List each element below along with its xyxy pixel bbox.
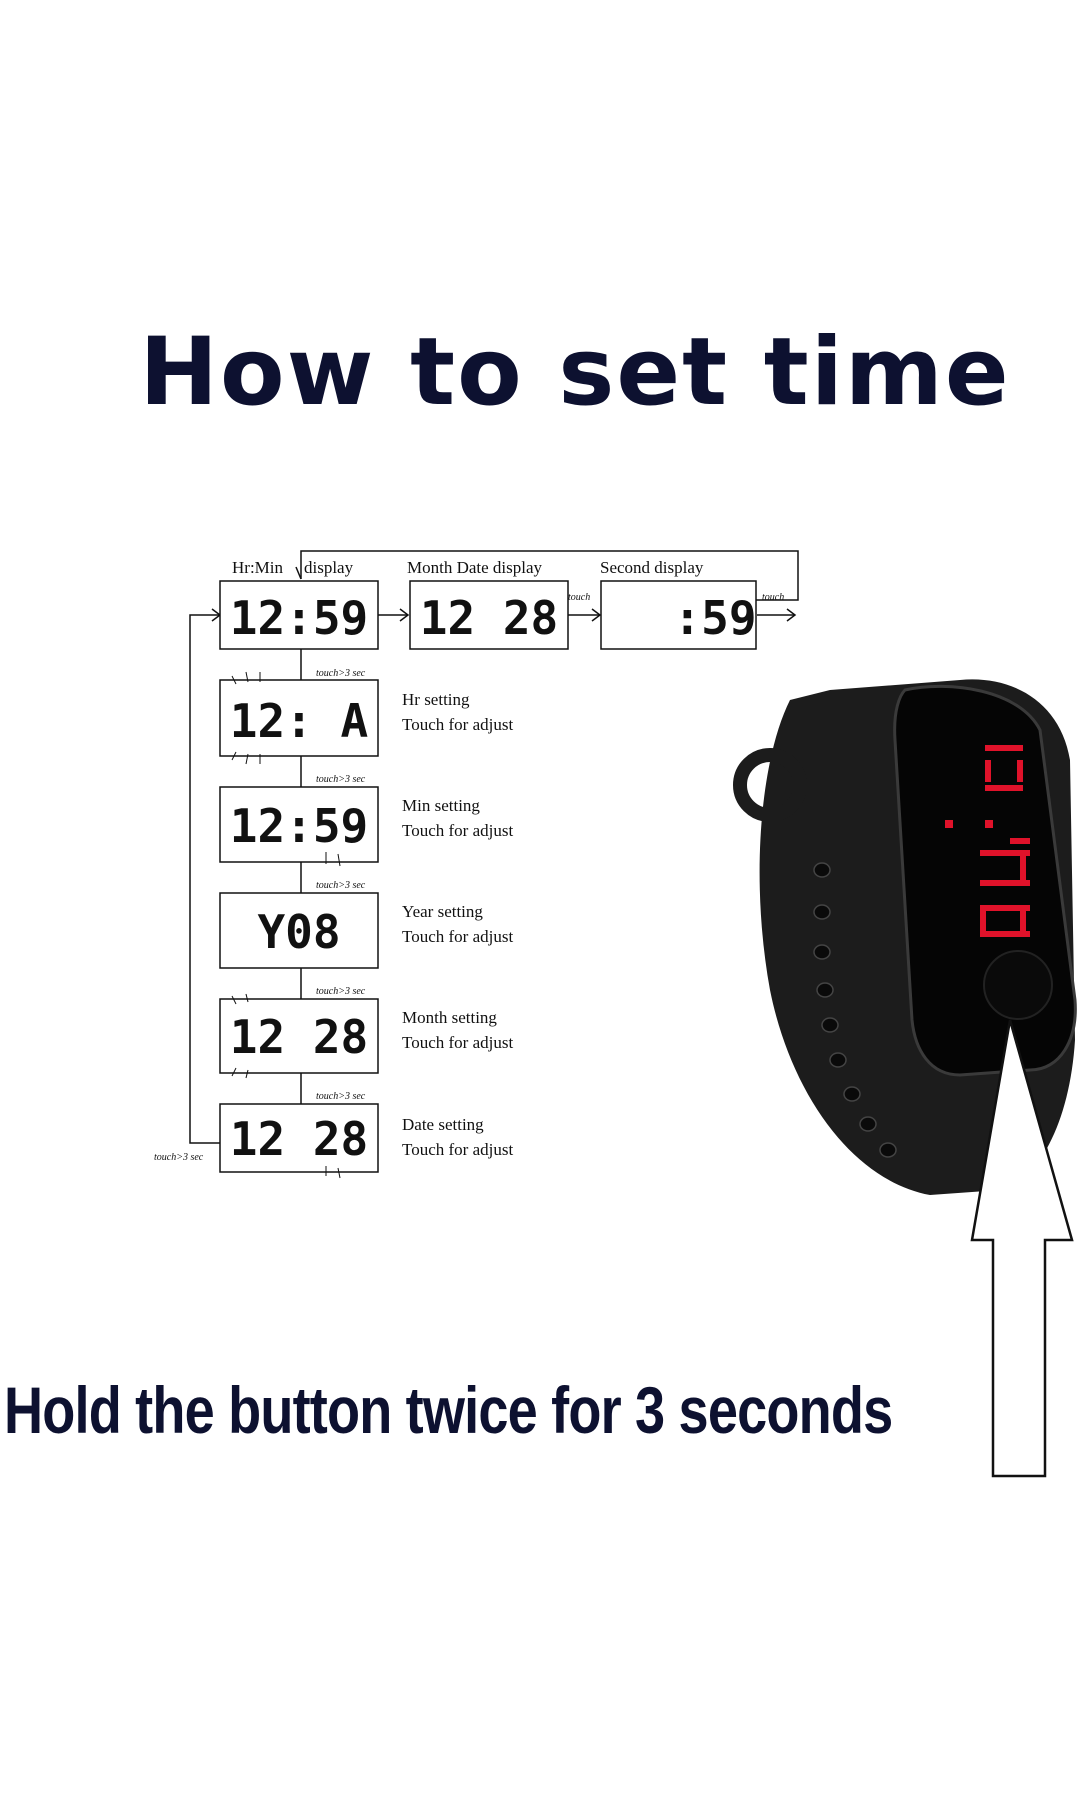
hrmin-display-box: 12:59 Hr:Min display <box>219 558 379 650</box>
hrmin-digits: 12:59 <box>230 591 368 645</box>
step-year: Y08 Year setting Touch for adjust touch>… <box>219 880 513 969</box>
step-date-line1: Date setting <box>402 1115 484 1134</box>
second-digits: :59 <box>673 591 756 645</box>
month-date-display-box: 12 28 Month Date display <box>407 558 569 650</box>
month-date-digits: 12 28 <box>420 591 558 645</box>
hold-label-loop: touch>3 sec <box>154 1152 204 1163</box>
step-month-line2: Touch for adjust <box>402 1033 513 1052</box>
step-minute: 12:59 Min setting Touch for adjust touch… <box>219 774 513 863</box>
touch-label-1: touch <box>568 592 590 603</box>
hold-label-3: touch>3 sec <box>316 880 366 891</box>
step-date-digits: 12 28 <box>230 1112 368 1166</box>
footer-instruction: Hold the button twice for 3 seconds <box>4 1373 893 1447</box>
watch-button-icon <box>983 950 1053 1020</box>
second-display-box: :59 Second display <box>600 558 757 650</box>
hrmin-header: Hr:Min <box>232 558 284 577</box>
step-hour: 12: A Hr setting Touch for adjust touch>… <box>219 668 513 757</box>
step-date-line2: Touch for adjust <box>402 1140 513 1159</box>
hold-label-2: touch>3 sec <box>316 774 366 785</box>
hrmin-header2: display <box>304 558 354 577</box>
step-year-digits: Y08 <box>257 905 340 959</box>
step-year-line1: Year setting <box>402 902 483 921</box>
step-hour-line1: Hr setting <box>402 690 470 709</box>
step-month-digits: 12 28 <box>230 1010 368 1064</box>
step-month-line1: Month setting <box>402 1008 497 1027</box>
month-date-header: Month Date display <box>407 558 543 577</box>
setting-diagram: 12:59 Hr:Min display 12 28 Month Date di… <box>154 550 1077 1478</box>
step-minute-line2: Touch for adjust <box>402 821 513 840</box>
step-hour-line2: Touch for adjust <box>402 715 513 734</box>
hold-label-4: touch>3 sec <box>316 986 366 997</box>
hold-label-5: touch>3 sec <box>316 1091 366 1102</box>
step-minute-digits: 12:59 <box>230 799 368 853</box>
step-month: 12 28 Month setting Touch for adjust tou… <box>219 986 513 1074</box>
touch-label-2: touch <box>762 592 784 603</box>
step-hour-digits: 12: A <box>230 694 368 748</box>
hold-label-1: touch>3 sec <box>316 668 366 679</box>
second-header: Second display <box>600 558 704 577</box>
step-date: 12 28 Date setting Touch for adjust touc… <box>219 1091 513 1173</box>
step-year-line2: Touch for adjust <box>402 927 513 946</box>
step-minute-line1: Min setting <box>402 796 480 815</box>
